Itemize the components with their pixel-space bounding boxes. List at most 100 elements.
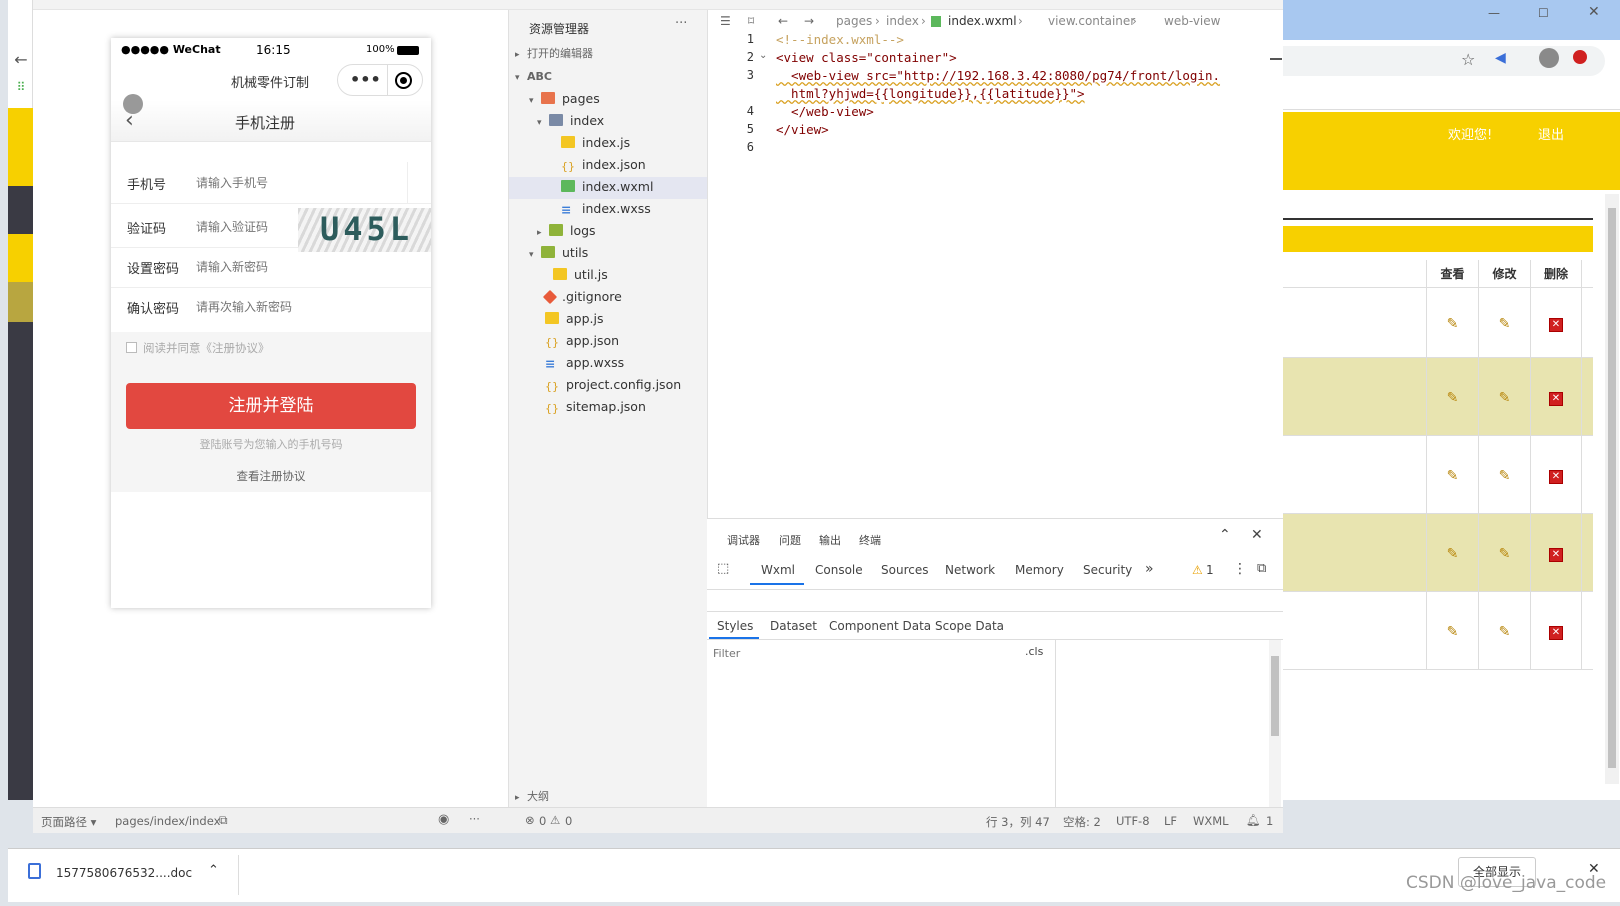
language-mode[interactable]: WXML — [1193, 814, 1229, 828]
crumb-pages[interactable]: pages — [836, 10, 872, 32]
tree-item-project-config[interactable]: {} project.config.json — [545, 374, 681, 396]
avatar[interactable] — [1539, 48, 1559, 68]
tab-memory[interactable]: Memory — [1015, 563, 1064, 577]
view-button[interactable]: ✎ — [1426, 358, 1478, 435]
close-icon[interactable]: ✕ — [1251, 527, 1263, 543]
code-line[interactable]: <view class="container"> — [776, 50, 957, 65]
tree-item-app-wxss[interactable]: ≡ app.wxss — [545, 352, 624, 374]
edit-button[interactable]: ✎ — [1478, 592, 1530, 669]
tree-item-gitignore[interactable]: .gitignore — [542, 286, 622, 308]
edit-button[interactable]: ✎ — [1478, 288, 1530, 357]
tab-scope-data[interactable]: Scope Data — [935, 619, 1004, 633]
edit-button[interactable]: ✎ — [1478, 358, 1530, 435]
crumb-index[interactable]: index — [886, 10, 919, 32]
tab-output[interactable]: 输出 — [819, 532, 841, 548]
code-line[interactable]: </web-view> — [776, 104, 874, 119]
nav-back-icon[interactable]: ← — [778, 10, 788, 32]
tab-security[interactable]: Security — [1083, 563, 1132, 577]
code-line[interactable]: <web-view src="http://192.168.3.42:8080/… — [776, 68, 1220, 83]
agree-checkbox[interactable] — [126, 342, 137, 353]
more-dots-icon[interactable]: ••• — [350, 70, 381, 89]
tab-debugger[interactable]: 调试器 — [727, 532, 760, 548]
pencil-icon[interactable]: ✎ — [1498, 546, 1512, 562]
crumb-view[interactable]: view.container — [1048, 10, 1135, 32]
delete-button[interactable]: ✕ — [1530, 592, 1582, 669]
update-icon[interactable] — [1573, 50, 1587, 64]
pencil-icon[interactable]: ✎ — [1446, 390, 1460, 406]
agree-text[interactable]: 阅读并同意《注册协议》 — [143, 340, 270, 356]
scrollbar[interactable] — [1269, 640, 1281, 808]
warning-icon[interactable]: ⚠ — [550, 813, 560, 827]
pencil-icon[interactable]: ✎ — [1498, 468, 1512, 484]
more-tabs-button[interactable]: » — [1145, 561, 1154, 577]
page-scrollbar[interactable] — [1605, 194, 1619, 784]
tree-item-index-json[interactable]: {} index.json — [561, 154, 646, 176]
fold-chevron-icon[interactable]: ⌄ — [759, 50, 767, 61]
tab-network[interactable]: Network — [945, 563, 995, 577]
styles-filter-input[interactable] — [709, 643, 1014, 663]
capsule-menu[interactable]: ••• — [337, 64, 423, 96]
delete-icon[interactable]: ✕ — [1549, 392, 1563, 406]
edit-button[interactable]: ✎ — [1478, 514, 1530, 591]
pencil-icon[interactable]: ✎ — [1498, 316, 1512, 332]
tree-item-utils[interactable]: ▾ utils — [529, 242, 588, 264]
phone-input[interactable] — [196, 170, 346, 196]
error-icon[interactable]: ⊗ — [525, 813, 535, 827]
tab-terminal[interactable]: 终端 — [859, 532, 881, 548]
pencil-icon[interactable]: ✎ — [1446, 546, 1460, 562]
tree-item-index-folder[interactable]: ▾ index — [537, 110, 604, 132]
delete-button[interactable]: ✕ — [1530, 514, 1582, 591]
eye-icon[interactable]: ◉ — [438, 812, 449, 827]
more-dots-icon[interactable]: ··· — [469, 812, 480, 826]
edit-button[interactable]: ✎ — [1478, 436, 1530, 513]
explorer-more-button[interactable]: ··· — [675, 16, 687, 31]
delete-button[interactable]: ✕ — [1530, 288, 1582, 357]
project-section[interactable]: ▾ ABC — [515, 66, 552, 88]
crumb-file[interactable]: index.wxml — [948, 10, 1017, 32]
code-line[interactable]: html?yhjwd={{longitude}},{{latitude}}"> — [776, 86, 1085, 101]
list-icon[interactable]: ☰ — [720, 10, 731, 32]
indent-spaces[interactable]: 空格: 2 — [1063, 814, 1101, 830]
view-agreement-link[interactable]: 查看注册协议 — [111, 468, 431, 484]
tab-problems[interactable]: 问题 — [779, 532, 801, 548]
cls-button[interactable]: .cls — [1025, 645, 1043, 658]
encoding[interactable]: UTF-8 — [1116, 814, 1150, 828]
star-icon[interactable]: ☆ — [1461, 50, 1475, 69]
view-button[interactable]: ✎ — [1426, 592, 1478, 669]
code-input[interactable] — [196, 214, 291, 240]
tree-item-index-wxml[interactable]: index.wxml — [561, 176, 653, 198]
tree-item-util-js[interactable]: util.js — [553, 264, 608, 286]
maximize-icon[interactable]: ☐ — [1538, 6, 1549, 20]
close-target-icon[interactable] — [395, 72, 412, 89]
tree-item-sitemap[interactable]: {} sitemap.json — [545, 396, 646, 418]
delete-button[interactable]: ✕ — [1530, 358, 1582, 435]
copy-icon[interactable]: ⧉ — [219, 813, 228, 828]
register-login-button[interactable]: 注册并登陆 — [126, 383, 416, 429]
chevron-up-icon[interactable]: ⌃ — [208, 863, 219, 878]
pencil-icon[interactable]: ✎ — [1446, 468, 1460, 484]
tree-item-index-js[interactable]: index.js — [561, 132, 630, 154]
tab-styles[interactable]: Styles — [717, 619, 753, 633]
pencil-icon[interactable]: ✎ — [1446, 624, 1460, 640]
delete-icon[interactable]: ✕ — [1549, 626, 1563, 640]
open-editors-section[interactable]: ▸ 打开的编辑器 — [515, 43, 593, 65]
inspect-icon[interactable]: ⬚ — [717, 561, 729, 576]
extension-icon[interactable]: ◀ — [1495, 50, 1506, 66]
tab-wxml[interactable]: Wxml — [761, 563, 795, 577]
tree-item-index-wxss[interactable]: ≡ index.wxss — [561, 198, 651, 220]
nav-forward-icon[interactable]: → — [804, 10, 814, 32]
undock-icon[interactable]: ⧉ — [1257, 561, 1266, 576]
kebab-menu-icon[interactable]: ⋮ — [1233, 561, 1247, 577]
pencil-icon[interactable]: ✎ — [1498, 390, 1512, 406]
tab-component-data[interactable]: Component Data — [829, 619, 931, 633]
delete-icon[interactable]: ✕ — [1549, 548, 1563, 562]
tab-console[interactable]: Console — [815, 563, 863, 577]
warning-icon[interactable]: ⚠ — [1192, 563, 1203, 577]
apps-grid-icon[interactable]: ⠿ — [13, 80, 29, 94]
view-button[interactable]: ✎ — [1426, 436, 1478, 513]
pencil-icon[interactable]: ✎ — [1446, 316, 1460, 332]
password-input[interactable] — [196, 254, 346, 280]
minimize-icon[interactable]: — — [1488, 6, 1500, 20]
outline-section[interactable]: ▸ 大纲 — [515, 786, 549, 808]
tree-item-app-json[interactable]: {} app.json — [545, 330, 619, 352]
